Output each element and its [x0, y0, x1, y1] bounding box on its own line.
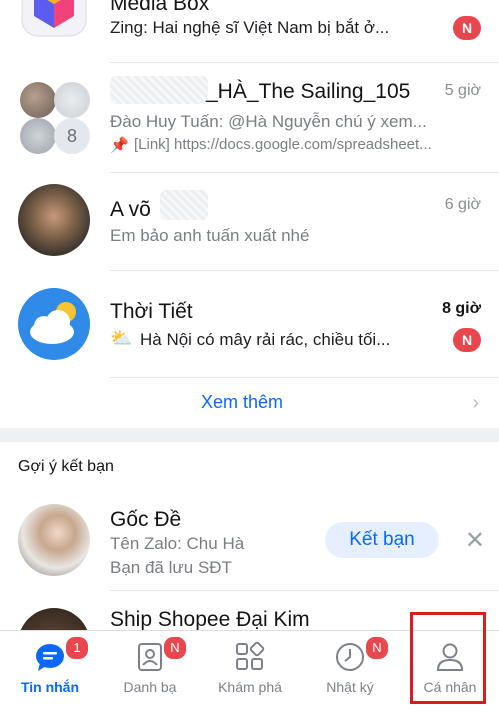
group-member-avatar: [20, 82, 56, 118]
weather-cloud-icon: [30, 302, 76, 344]
clock-icon: [336, 643, 364, 671]
chat-preview: Hà Nội có mây rải rác, chiều tối...: [140, 330, 391, 349]
chat-name: _HÀ_The Sailing_105: [206, 80, 411, 103]
group-member-avatar: [54, 82, 90, 118]
unread-badge: N: [453, 16, 481, 40]
a-vo-avatar: [18, 184, 90, 256]
tab-label: Tin nhắn: [20, 679, 80, 695]
unread-badge: N: [453, 328, 481, 352]
tab-contacts[interactable]: N Danh bạ: [100, 631, 200, 712]
discover-grid-icon: [236, 641, 265, 670]
chat-row-weather[interactable]: Thời Tiết 8 giờ ⛅ Hà Nội có mây rải rác,…: [0, 270, 499, 378]
add-friend-button[interactable]: Kết bạn: [325, 522, 439, 558]
chat-preview: Zing: Hai nghệ sĩ Việt Nam bị bắt ở...: [110, 18, 390, 37]
suggestions-title: Gợi ý kết bạn: [18, 458, 114, 475]
chevron-right-icon: ›: [472, 392, 479, 414]
chat-name: Thời Tiết: [110, 300, 193, 323]
blurred-name-prefix: [110, 76, 208, 104]
suggestion-row[interactable]: Gốc Đề Tên Zalo: Chu Hà Bạn đã lưu SĐT K…: [0, 490, 499, 590]
media-box-avatar: [18, 0, 90, 40]
blurred-name-suffix: [160, 190, 208, 220]
see-more-label: Xem thêm: [200, 392, 284, 412]
pushpin-icon: 📌: [110, 137, 129, 154]
tab-timeline[interactable]: N Nhật ký: [300, 631, 400, 712]
chat-preview: Em bảo anh tuấn xuất nhé: [110, 226, 310, 245]
tab-label: Nhật ký: [326, 679, 374, 695]
chat-row-a-vo[interactable]: A võ 6 giờ Em bảo anh tuấn xuất nhé: [0, 172, 499, 270]
suggestion-zalo-name: Tên Zalo: Chu Hà: [110, 534, 245, 553]
divider: [110, 590, 499, 591]
tab-badge: N: [364, 635, 390, 661]
suggestion-avatar: [18, 504, 90, 576]
highlight-box: [410, 612, 486, 704]
suggestion-name: Ship Shopee Đại Kim: [110, 608, 310, 630]
tab-badge: 1: [64, 635, 90, 661]
chat-time: 6 giờ: [444, 196, 481, 213]
chat-row-media-box[interactable]: Media Box Zing: Hai nghệ sĩ Việt Nam bị …: [0, 0, 499, 62]
section-divider: [0, 428, 499, 442]
chat-bubble-icon: [36, 644, 64, 671]
suggestion-avatar: [18, 608, 90, 630]
pinned-link-preview: [Link] https://docs.google.com/spreadshe…: [134, 136, 432, 153]
tab-badge: N: [162, 635, 188, 661]
group-avatar: 8: [16, 80, 94, 158]
tab-messages[interactable]: 1 Tin nhắn: [0, 631, 100, 712]
tab-discover[interactable]: Khám phá: [200, 631, 300, 712]
weather-avatar: [18, 288, 90, 360]
suggestion-saved-contact: Bạn đã lưu SĐT: [110, 558, 232, 577]
chat-preview: Đào Huy Tuấn: @Hà Nguyễn chú ý xem...: [110, 112, 427, 131]
weather-sun-cloud-icon: ⛅: [110, 328, 133, 348]
group-member-avatar: [20, 118, 56, 154]
media-box-logo-icon: [21, 0, 87, 37]
tab-label: Danh bạ: [123, 679, 177, 695]
chat-name: A võ: [110, 198, 151, 221]
chat-time: 8 giờ: [442, 300, 481, 317]
group-member-count: 8: [54, 118, 90, 154]
see-more-button[interactable]: Xem thêm ›: [0, 378, 499, 428]
close-icon[interactable]: ✕: [465, 526, 485, 555]
tab-label: Khám phá: [218, 679, 282, 695]
suggestion-name: Gốc Đề: [110, 508, 182, 531]
chat-time: 5 giờ: [444, 82, 481, 99]
chat-row-group[interactable]: 8 _HÀ_The Sailing_105 5 giờ Đào Huy Tuấn…: [0, 62, 499, 172]
chat-name: Media Box: [110, 0, 210, 15]
